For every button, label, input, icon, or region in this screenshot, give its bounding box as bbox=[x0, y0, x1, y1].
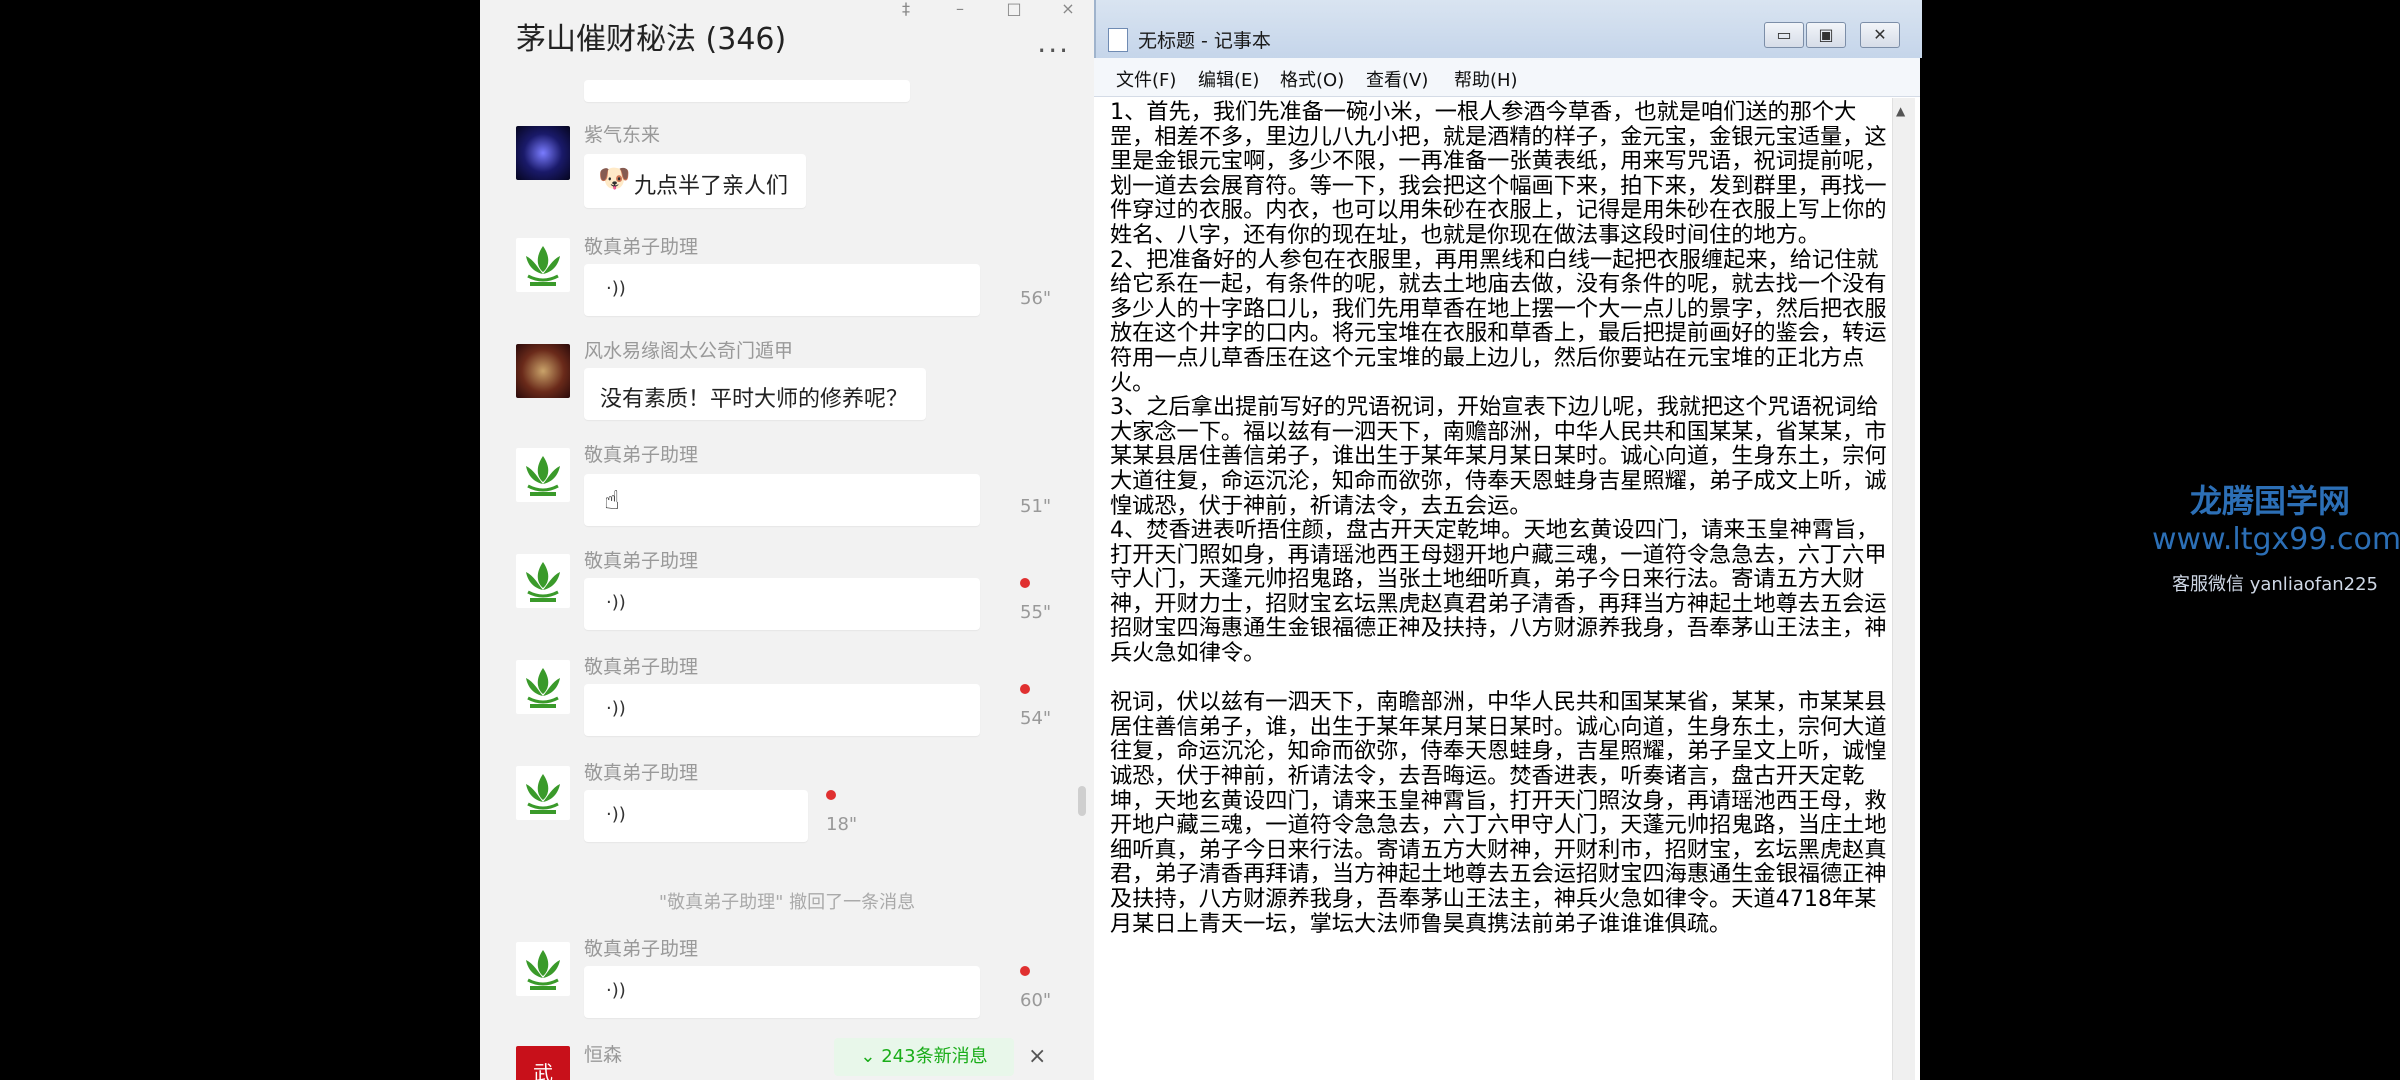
menu-edit[interactable]: 编辑(E) bbox=[1198, 66, 1259, 92]
recall-notice: "敬真弟子助理" 撤回了一条消息 bbox=[658, 892, 916, 913]
dog-emoji-icon: 🐶 bbox=[598, 164, 631, 194]
avatar[interactable] bbox=[516, 448, 570, 502]
avatar[interactable] bbox=[516, 942, 570, 996]
sender-name: 敬真弟子助理 bbox=[584, 938, 699, 960]
avatar[interactable] bbox=[516, 238, 570, 292]
hand-cursor-icon: ☝ bbox=[604, 486, 620, 516]
sender-name: 风水易缘阁太公奇门遁甲 bbox=[584, 340, 794, 362]
watermark-url: www.ltgx99.com bbox=[2152, 522, 2400, 557]
avatar[interactable]: 武 bbox=[516, 1046, 570, 1080]
new-messages-label: 243条新消息 bbox=[881, 1046, 988, 1067]
new-messages-button[interactable]: ⌄ 243条新消息 bbox=[834, 1038, 1014, 1076]
sender-name: 敬真弟子助理 bbox=[584, 656, 699, 678]
avatar[interactable] bbox=[516, 344, 570, 398]
scroll-up-arrow-icon[interactable]: ▲ bbox=[1896, 104, 1905, 118]
sender-name: 敬真弟子助理 bbox=[584, 236, 699, 258]
avatar[interactable] bbox=[516, 554, 570, 608]
voice-message[interactable]: ☝ bbox=[584, 474, 980, 526]
voice-duration: 18" bbox=[826, 814, 858, 835]
menu-file[interactable]: 文件(F) bbox=[1116, 66, 1176, 92]
voice-duration: 60" bbox=[1020, 990, 1052, 1011]
notepad-icon bbox=[1108, 28, 1128, 52]
close-button[interactable]: ✕ bbox=[1860, 22, 1900, 48]
lotus-logo-icon bbox=[526, 668, 560, 708]
voice-message[interactable]: ·)) bbox=[584, 966, 980, 1018]
pin-button[interactable]: ‡ bbox=[886, 0, 926, 18]
menu-bar: 文件(F) 编辑(E) 格式(O) 查看(V) 帮助(H) bbox=[1094, 58, 1920, 97]
notepad-window: 无标题 - 记事本 ▭ ▣ ✕ 文件(F) 编辑(E) 格式(O) 查看(V) … bbox=[1094, 0, 1922, 1080]
sender-name: 紫气东来 bbox=[584, 124, 661, 146]
watermark-name: 龙腾国学网 bbox=[2190, 482, 2351, 520]
message-text: 没有素质！平时大师的修养呢？ bbox=[600, 387, 909, 412]
close-button[interactable]: × bbox=[1048, 0, 1088, 18]
voice-icon: ·)) bbox=[606, 698, 626, 719]
text-area[interactable]: 1、首先，我们先准备一碗小米，一根人参酒今草香，也就是咱们送的那个大罡，相差不多… bbox=[1110, 100, 1888, 1070]
maximize-button[interactable]: ▣ bbox=[1806, 22, 1846, 48]
menu-view[interactable]: 查看(V) bbox=[1366, 66, 1428, 92]
message-bubble[interactable]: 🐶 九点半了亲人们 bbox=[584, 154, 806, 208]
lotus-logo-icon bbox=[526, 774, 560, 814]
avatar[interactable] bbox=[516, 766, 570, 820]
voice-icon: ·)) bbox=[606, 278, 626, 299]
voice-icon: ·)) bbox=[606, 804, 626, 825]
menu-help[interactable]: 帮助(H) bbox=[1454, 66, 1518, 92]
voice-icon: ·)) bbox=[606, 980, 626, 1001]
lotus-logo-icon bbox=[526, 950, 560, 990]
sender-name: 恒森 bbox=[584, 1044, 623, 1066]
sender-name: 敬真弟子助理 bbox=[584, 550, 699, 572]
lotus-logo-icon bbox=[526, 562, 560, 602]
voice-message[interactable]: ·)) bbox=[584, 264, 980, 316]
minimize-button[interactable]: – bbox=[940, 0, 980, 18]
voice-duration: 55" bbox=[1020, 602, 1052, 623]
maximize-button[interactable]: □ bbox=[994, 0, 1034, 18]
close-icon[interactable]: × bbox=[1028, 1044, 1046, 1069]
window-title: 无标题 - 记事本 bbox=[1138, 30, 1271, 52]
avatar[interactable] bbox=[516, 126, 570, 180]
chat-title: 茅山催财秘法 (346) bbox=[516, 22, 787, 57]
unread-dot bbox=[1020, 966, 1030, 976]
unread-dot bbox=[826, 790, 836, 800]
voice-icon: ·)) bbox=[606, 592, 626, 613]
voice-message[interactable]: ·)) bbox=[584, 790, 808, 842]
vertical-scrollbar[interactable] bbox=[1892, 98, 1915, 1080]
voice-message[interactable]: ·)) bbox=[584, 578, 980, 630]
chat-window: 茅山催财秘法 (346) ‡ – □ × ··· 紫气东来 🐶 九点半了亲人们 … bbox=[480, 0, 1094, 1080]
unread-dot bbox=[1020, 578, 1030, 588]
message-bubble[interactable]: 没有素质！平时大师的修养呢？ bbox=[584, 368, 926, 420]
unread-dot bbox=[1020, 684, 1030, 694]
minimize-button[interactable]: ▭ bbox=[1764, 22, 1804, 48]
message-text: 九点半了亲人们 bbox=[634, 174, 789, 199]
lotus-logo-icon bbox=[526, 456, 560, 496]
more-options-icon[interactable]: ··· bbox=[1037, 34, 1070, 67]
sender-name: 敬真弟子助理 bbox=[584, 444, 699, 466]
voice-duration: 54" bbox=[1020, 708, 1052, 729]
voice-duration: 56" bbox=[1020, 288, 1052, 309]
voice-duration: 51" bbox=[1020, 496, 1052, 517]
chevron-down-icon: ⌄ bbox=[860, 1046, 882, 1067]
avatar[interactable] bbox=[516, 660, 570, 714]
message-bubble-partial bbox=[584, 80, 910, 102]
sender-name: 敬真弟子助理 bbox=[584, 762, 699, 784]
menu-format[interactable]: 格式(O) bbox=[1280, 66, 1344, 92]
lotus-logo-icon bbox=[526, 246, 560, 286]
scrollbar-thumb[interactable] bbox=[1078, 786, 1086, 816]
watermark-contact: 客服微信 yanliaofan225 bbox=[2172, 574, 2378, 595]
voice-message[interactable]: ·)) bbox=[584, 684, 980, 736]
